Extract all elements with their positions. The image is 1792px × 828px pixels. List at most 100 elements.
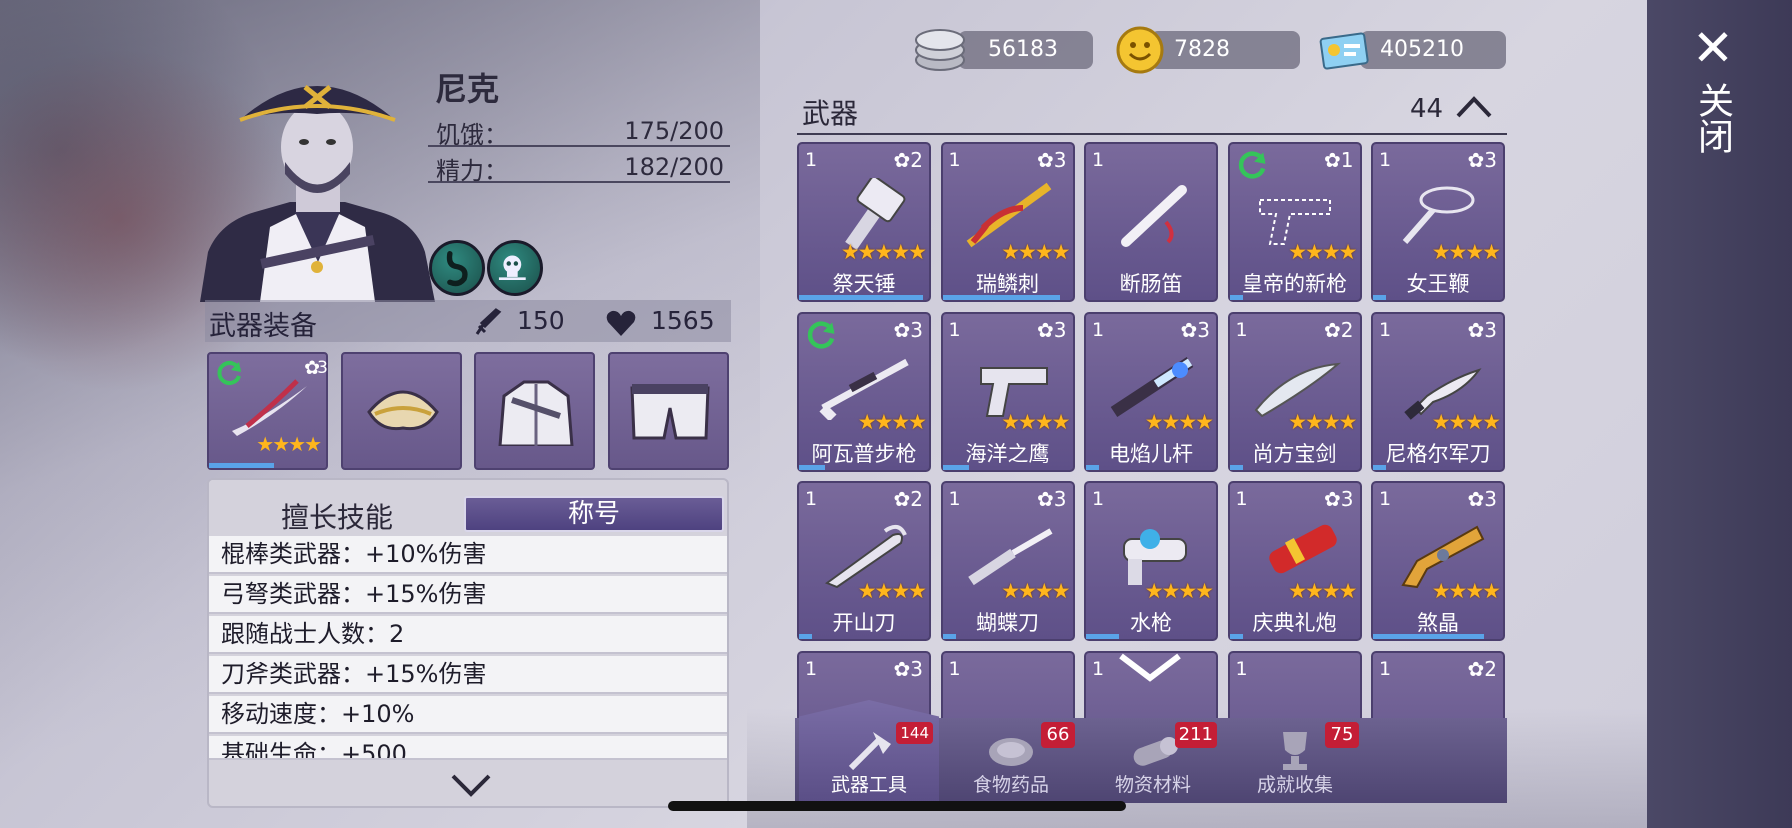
weapon-card[interactable]: 1 ✿3 ★★★★ 海洋之鹰 bbox=[940, 311, 1075, 472]
weapon-card[interactable]: 1 ✿3 ★★★★ 蝴蝶刀 bbox=[940, 481, 1075, 641]
weapon-progress bbox=[1229, 634, 1243, 639]
tab-title[interactable]: 称号 bbox=[464, 496, 724, 532]
weapon-card[interactable]: 1 bbox=[940, 650, 1075, 720]
weapon-progress bbox=[1086, 464, 1099, 470]
tab-skills-label: 擅长技能 bbox=[281, 501, 394, 534]
refresh-icon bbox=[1238, 151, 1265, 179]
ticket-value: 405210 bbox=[1380, 37, 1464, 62]
stomach-icon[interactable] bbox=[429, 240, 485, 296]
weapon-level: 1 bbox=[805, 488, 818, 510]
weapon-card[interactable]: 1 ✿2 ★★★★★ 祭天锤 bbox=[797, 142, 931, 302]
weapons-title: 武器 bbox=[802, 97, 859, 130]
weapon-stars: ★★★★ bbox=[1144, 409, 1214, 434]
weapon-gear-level: 3 bbox=[910, 656, 923, 681]
silver-value: 56183 bbox=[988, 37, 1058, 62]
weapon-progress bbox=[1373, 634, 1484, 639]
weapon-card[interactable]: 1 ✿3 ★★★★ 庆典礼炮 bbox=[1227, 481, 1362, 641]
weapon-level: 1 bbox=[948, 149, 961, 171]
gear-icon: ✿ bbox=[893, 656, 911, 681]
weapon-progress bbox=[799, 634, 812, 639]
weapon-name: 尚方宝剑 bbox=[1252, 441, 1337, 466]
weapon-gear: ✿3 bbox=[1037, 318, 1067, 342]
weapon-slot-art bbox=[232, 379, 307, 436]
tab-label: 成就收集 bbox=[1256, 774, 1333, 796]
weapon-progress bbox=[1229, 295, 1243, 300]
equip-slot-hat[interactable] bbox=[341, 352, 462, 470]
skull-icon[interactable] bbox=[487, 240, 543, 296]
weapon-gear-level: 1 bbox=[1340, 148, 1354, 172]
weapon-card[interactable]: 1 ✿2 ★★★★ 尚方宝剑 bbox=[1227, 311, 1362, 472]
weapon-card[interactable]: 1 ✿3 ★★★★ 煞晶 bbox=[1371, 481, 1505, 641]
close-label[interactable]: 关闭 bbox=[1692, 82, 1733, 154]
weapon-card[interactable]: 1 ✿2 ★★★★ 开山刀 bbox=[797, 481, 931, 641]
close-icon[interactable]: ✕ bbox=[1687, 22, 1739, 74]
weapon-progress bbox=[1373, 464, 1386, 470]
skill-line: 弓弩类武器：+15%伤害 bbox=[209, 576, 727, 614]
tab-skills[interactable]: 擅长技能 bbox=[209, 480, 462, 534]
weapon-progress bbox=[942, 634, 956, 639]
gear-icon: ✿ bbox=[1324, 487, 1341, 511]
weapon-card[interactable]: 1 bbox=[1227, 650, 1362, 720]
weapon-progress bbox=[942, 295, 1060, 300]
weapon-card[interactable]: ✿3 ★★★★ 阿瓦普步枪 bbox=[797, 311, 931, 472]
weapon-progress bbox=[1229, 464, 1243, 470]
equip-slot-pants[interactable] bbox=[608, 352, 729, 470]
scroll-down-icon[interactable] bbox=[1115, 652, 1185, 682]
gold-currency: 7828 bbox=[1150, 31, 1300, 69]
weapon-level: 1 bbox=[1092, 318, 1105, 341]
weapon-level: 1 bbox=[805, 149, 818, 171]
weapons-grid: 1 ✿2 ★★★★★ 祭天锤 1 ✿3 ★★★★ 瑞鳞刺 1 断肠笛 ✿1 ★★★★ 皇帝的新枪 1 ✿3 ★… bbox=[795, 140, 1507, 720]
weapon-card[interactable]: 1 ✿3 ★★★★ 尼格尔军刀 bbox=[1371, 311, 1505, 472]
meat-icon bbox=[989, 738, 1033, 766]
axe-icon bbox=[848, 732, 891, 771]
weapon-name: 皇帝的新枪 bbox=[1242, 272, 1347, 296]
chevron-down-icon[interactable] bbox=[449, 772, 493, 798]
weapon-name: 电焰儿杆 bbox=[1109, 441, 1193, 466]
weapon-gear-level: 3 bbox=[1197, 317, 1210, 342]
chevron-up-icon[interactable] bbox=[1455, 94, 1493, 120]
weapon-name: 海洋之鹰 bbox=[965, 441, 1050, 466]
trophy-icon bbox=[1283, 732, 1307, 770]
gear-icon: ✿ bbox=[1324, 317, 1341, 342]
weapon-card[interactable]: 1 ✿3 ★★★★ 瑞鳞刺 bbox=[940, 142, 1075, 302]
weapon-gear: ✿3 bbox=[1037, 487, 1067, 511]
slot-gear-level: 3 bbox=[317, 358, 328, 378]
weapon-level: 1 bbox=[948, 657, 961, 680]
weapon-stars: ★★★★ bbox=[1001, 579, 1070, 603]
gear-icon: ✿ bbox=[1467, 656, 1485, 681]
weapon-card[interactable]: 1 ✿3 ★★★★ 电焰儿杆 bbox=[1084, 311, 1218, 472]
weapon-card[interactable]: ✿1 ★★★★ 皇帝的新枪 bbox=[1227, 142, 1362, 302]
weapon-progress bbox=[1086, 634, 1119, 639]
tab-axe[interactable]: 144 武器工具 bbox=[799, 700, 939, 803]
health-value: 1565 bbox=[651, 306, 715, 335]
tab-meat[interactable]: 66 食物药品 bbox=[941, 718, 1081, 803]
weapon-gear: ✿3 bbox=[1037, 148, 1067, 172]
close-panel[interactable]: ✕ 关闭 bbox=[1647, 0, 1792, 828]
weapon-gear: ✿2 bbox=[894, 148, 924, 172]
weapon-name: 开山刀 bbox=[832, 611, 896, 635]
tab-trophy[interactable]: 75 成就收集 bbox=[1225, 718, 1365, 803]
skill-line: 跟随战士人数：2 bbox=[209, 616, 727, 654]
weapon-card[interactable]: 1 ✿2 bbox=[1371, 650, 1505, 720]
weapon-card[interactable]: 1 ✿3 ★★★★ 女王鞭 bbox=[1371, 142, 1505, 302]
ticket-icon bbox=[1319, 32, 1369, 70]
weapon-gear: ✿3 bbox=[894, 318, 924, 342]
weapon-stars: ★★★★ bbox=[1431, 409, 1501, 434]
skill-line: 刀斧类武器：+15%伤害 bbox=[209, 656, 727, 694]
tab-label: 物资材料 bbox=[1114, 774, 1191, 796]
weapon-card[interactable]: 1 断肠笛 bbox=[1084, 142, 1218, 302]
weapon-card[interactable]: 1 ★★★★ 水枪 bbox=[1084, 481, 1218, 641]
gold-value: 7828 bbox=[1174, 37, 1230, 62]
coat-icon bbox=[498, 380, 574, 446]
tab-log[interactable]: 211 物资材料 bbox=[1083, 718, 1223, 803]
refresh-icon bbox=[807, 320, 835, 349]
weapon-progress bbox=[942, 464, 969, 470]
skill-line: 基础生命：+500 bbox=[209, 736, 727, 760]
equip-slot-coat[interactable] bbox=[474, 352, 595, 470]
equip-slot-weapon[interactable]: ✿ 3 ★★★★ bbox=[207, 352, 328, 470]
weapon-gear-level: 2 bbox=[1484, 656, 1497, 681]
gear-icon: ✿ bbox=[1324, 148, 1341, 172]
weapon-name: 庆典礼炮 bbox=[1252, 611, 1337, 635]
weapon-gear-level: 3 bbox=[910, 317, 923, 342]
silver-currency: 56183 bbox=[958, 31, 1093, 69]
